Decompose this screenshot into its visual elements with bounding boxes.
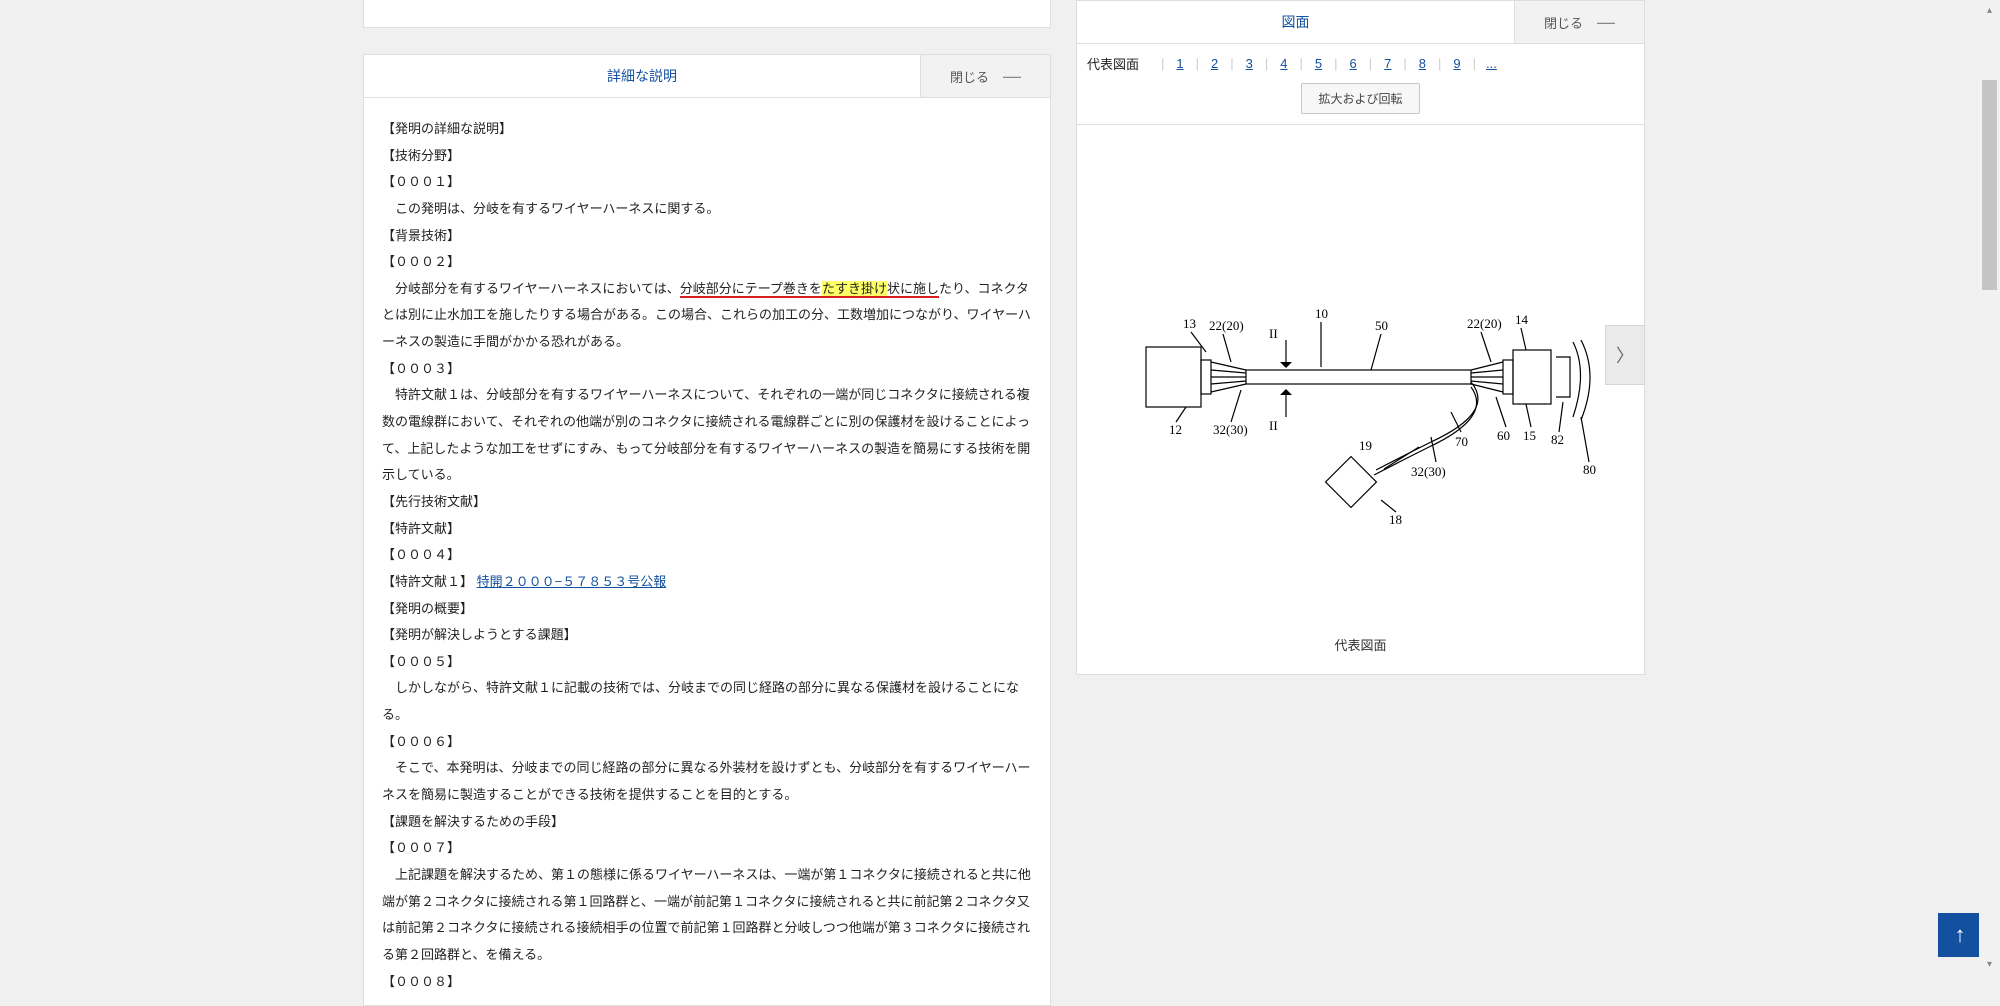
figure-link-1[interactable]: 1 — [1174, 56, 1185, 71]
svg-text:22(20): 22(20) — [1467, 316, 1502, 331]
next-figure-button[interactable]: 〉 — [1605, 325, 1645, 385]
figure-link-more[interactable]: ... — [1486, 56, 1497, 71]
para: 【特許文献】 — [382, 516, 1032, 543]
svg-text:18: 18 — [1389, 512, 1402, 527]
scroll-up-button[interactable]: ▴ — [1979, 0, 2000, 21]
figure-caption: 代表図面 — [1087, 635, 1634, 654]
description-header: 詳細な説明 閉じる — — [363, 54, 1051, 98]
svg-text:14: 14 — [1515, 312, 1529, 327]
svg-text:15: 15 — [1523, 428, 1536, 443]
svg-text:13: 13 — [1183, 316, 1196, 331]
underlined-text: 分岐部分にテープ巻きをたすき掛け状に施し — [680, 281, 939, 298]
para: 【課題を解決するための手段】 — [382, 809, 1032, 836]
para: 【発明が解決しようとする課題】 — [382, 622, 1032, 649]
description-close-button[interactable]: 閉じる — — [920, 55, 1050, 97]
drawings-header: 図面 閉じる — — [1076, 0, 1645, 44]
svg-text:19: 19 — [1359, 438, 1372, 453]
para: 【背景技術】 — [382, 223, 1032, 250]
svg-text:60: 60 — [1497, 428, 1510, 443]
prev-section-tail — [363, 0, 1051, 28]
figure-link-7[interactable]: 7 — [1382, 56, 1393, 71]
back-to-top-button[interactable]: ↑ — [1938, 913, 1982, 957]
para: そこで、本発明は、分岐までの同じ経路の部分に異なる外装材を設けずとも、分岐部分を… — [382, 755, 1032, 808]
representative-figure-svg: 13 12 22(20) 32(30) II II 10 50 19 70 32… — [1091, 222, 1631, 542]
chevron-right-icon: 〉 — [1616, 342, 1634, 368]
para: 【先行技術文献】 — [382, 489, 1032, 516]
description-body: 【発明の詳細な説明】 【技術分野】 【０００１】 この発明は、分岐を有するワイヤ… — [363, 98, 1051, 1006]
para: 【０００８】 — [382, 969, 1032, 996]
figure-navigation: 代表図面 | 1 | 2 | 3 | 4 | 5 | 6 | 7 | 8 | 9… — [1076, 44, 1645, 125]
drawings-close-button[interactable]: 閉じる — — [1514, 1, 1644, 43]
expand-rotate-button[interactable]: 拡大および回転 — [1301, 83, 1419, 114]
scroll-thumb[interactable] — [1982, 80, 1997, 290]
para: 【０００５】 — [382, 649, 1032, 676]
para: 【０００７】 — [382, 835, 1032, 862]
svg-text:32(30): 32(30) — [1411, 464, 1446, 479]
figure-viewport: 13 12 22(20) 32(30) II II 10 50 19 70 32… — [1076, 125, 1645, 675]
svg-text:80: 80 — [1583, 462, 1596, 477]
para: しかしながら、特許文献１に記載の技術では、分岐までの同じ経路の部分に異なる保護材… — [382, 675, 1032, 728]
para: 【０００３】 — [382, 356, 1032, 383]
drawings-panel: 図面 閉じる — 代表図面 | 1 | 2 | 3 | 4 | 5 | 6 | — [1076, 0, 1645, 675]
scroll-down-button[interactable]: ▾ — [1979, 954, 2000, 975]
highlighted-term: たすき掛け — [822, 281, 887, 296]
svg-text:82: 82 — [1551, 432, 1564, 447]
para: 【０００６】 — [382, 729, 1032, 756]
minus-icon: — — [1003, 66, 1021, 87]
description-title: 詳細な説明 — [364, 55, 920, 97]
svg-text:II: II — [1269, 418, 1278, 433]
svg-text:12: 12 — [1169, 422, 1182, 437]
para: 分岐部分を有するワイヤーハーネスにおいては、分岐部分にテープ巻きをたすき掛け状に… — [382, 276, 1032, 356]
vertical-scrollbar[interactable]: ▴ ▾ — [1979, 0, 2000, 975]
svg-text:32(30): 32(30) — [1213, 422, 1248, 437]
figure-link-8[interactable]: 8 — [1417, 56, 1428, 71]
para: 【特許文献１】 特開２０００−５７８５３号公報 — [382, 569, 1032, 596]
figure-link-3[interactable]: 3 — [1244, 56, 1255, 71]
svg-text:22(20): 22(20) — [1209, 318, 1244, 333]
svg-text:II: II — [1269, 326, 1278, 341]
para: 【０００１】 — [382, 169, 1032, 196]
patent-reference-link[interactable]: 特開２０００−５７８５３号公報 — [477, 574, 667, 589]
figure-link-9[interactable]: 9 — [1451, 56, 1462, 71]
close-label: 閉じる — [1544, 13, 1583, 32]
arrow-up-icon: ↑ — [1955, 922, 1966, 948]
para: 【技術分野】 — [382, 143, 1032, 170]
para: 上記課題を解決するため、第１の態様に係るワイヤーハーネスは、一端が第１コネクタに… — [382, 862, 1032, 969]
para: この発明は、分岐を有するワイヤーハーネスに関する。 — [382, 196, 1032, 223]
figure-nav-label: 代表図面 — [1087, 54, 1139, 73]
figure-link-2[interactable]: 2 — [1209, 56, 1220, 71]
para: 【発明の詳細な説明】 — [382, 116, 1032, 143]
figure-link-6[interactable]: 6 — [1348, 56, 1359, 71]
svg-text:10: 10 — [1315, 306, 1328, 321]
close-label: 閉じる — [950, 67, 989, 86]
para: 【０００２】 — [382, 249, 1032, 276]
svg-text:70: 70 — [1455, 434, 1468, 449]
drawings-title: 図面 — [1077, 1, 1514, 43]
figure-link-4[interactable]: 4 — [1278, 56, 1289, 71]
svg-text:50: 50 — [1375, 318, 1388, 333]
detailed-description-panel: 詳細な説明 閉じる — 【発明の詳細な説明】 【技術分野】 【０００１】 この発… — [363, 0, 1051, 1006]
figure-link-5[interactable]: 5 — [1313, 56, 1324, 71]
para: 特許文献１は、分岐部分を有するワイヤーハーネスについて、それぞれの一端が同じコネ… — [382, 382, 1032, 489]
minus-icon: — — [1597, 12, 1615, 33]
para: 【発明の概要】 — [382, 596, 1032, 623]
para: 【０００４】 — [382, 542, 1032, 569]
